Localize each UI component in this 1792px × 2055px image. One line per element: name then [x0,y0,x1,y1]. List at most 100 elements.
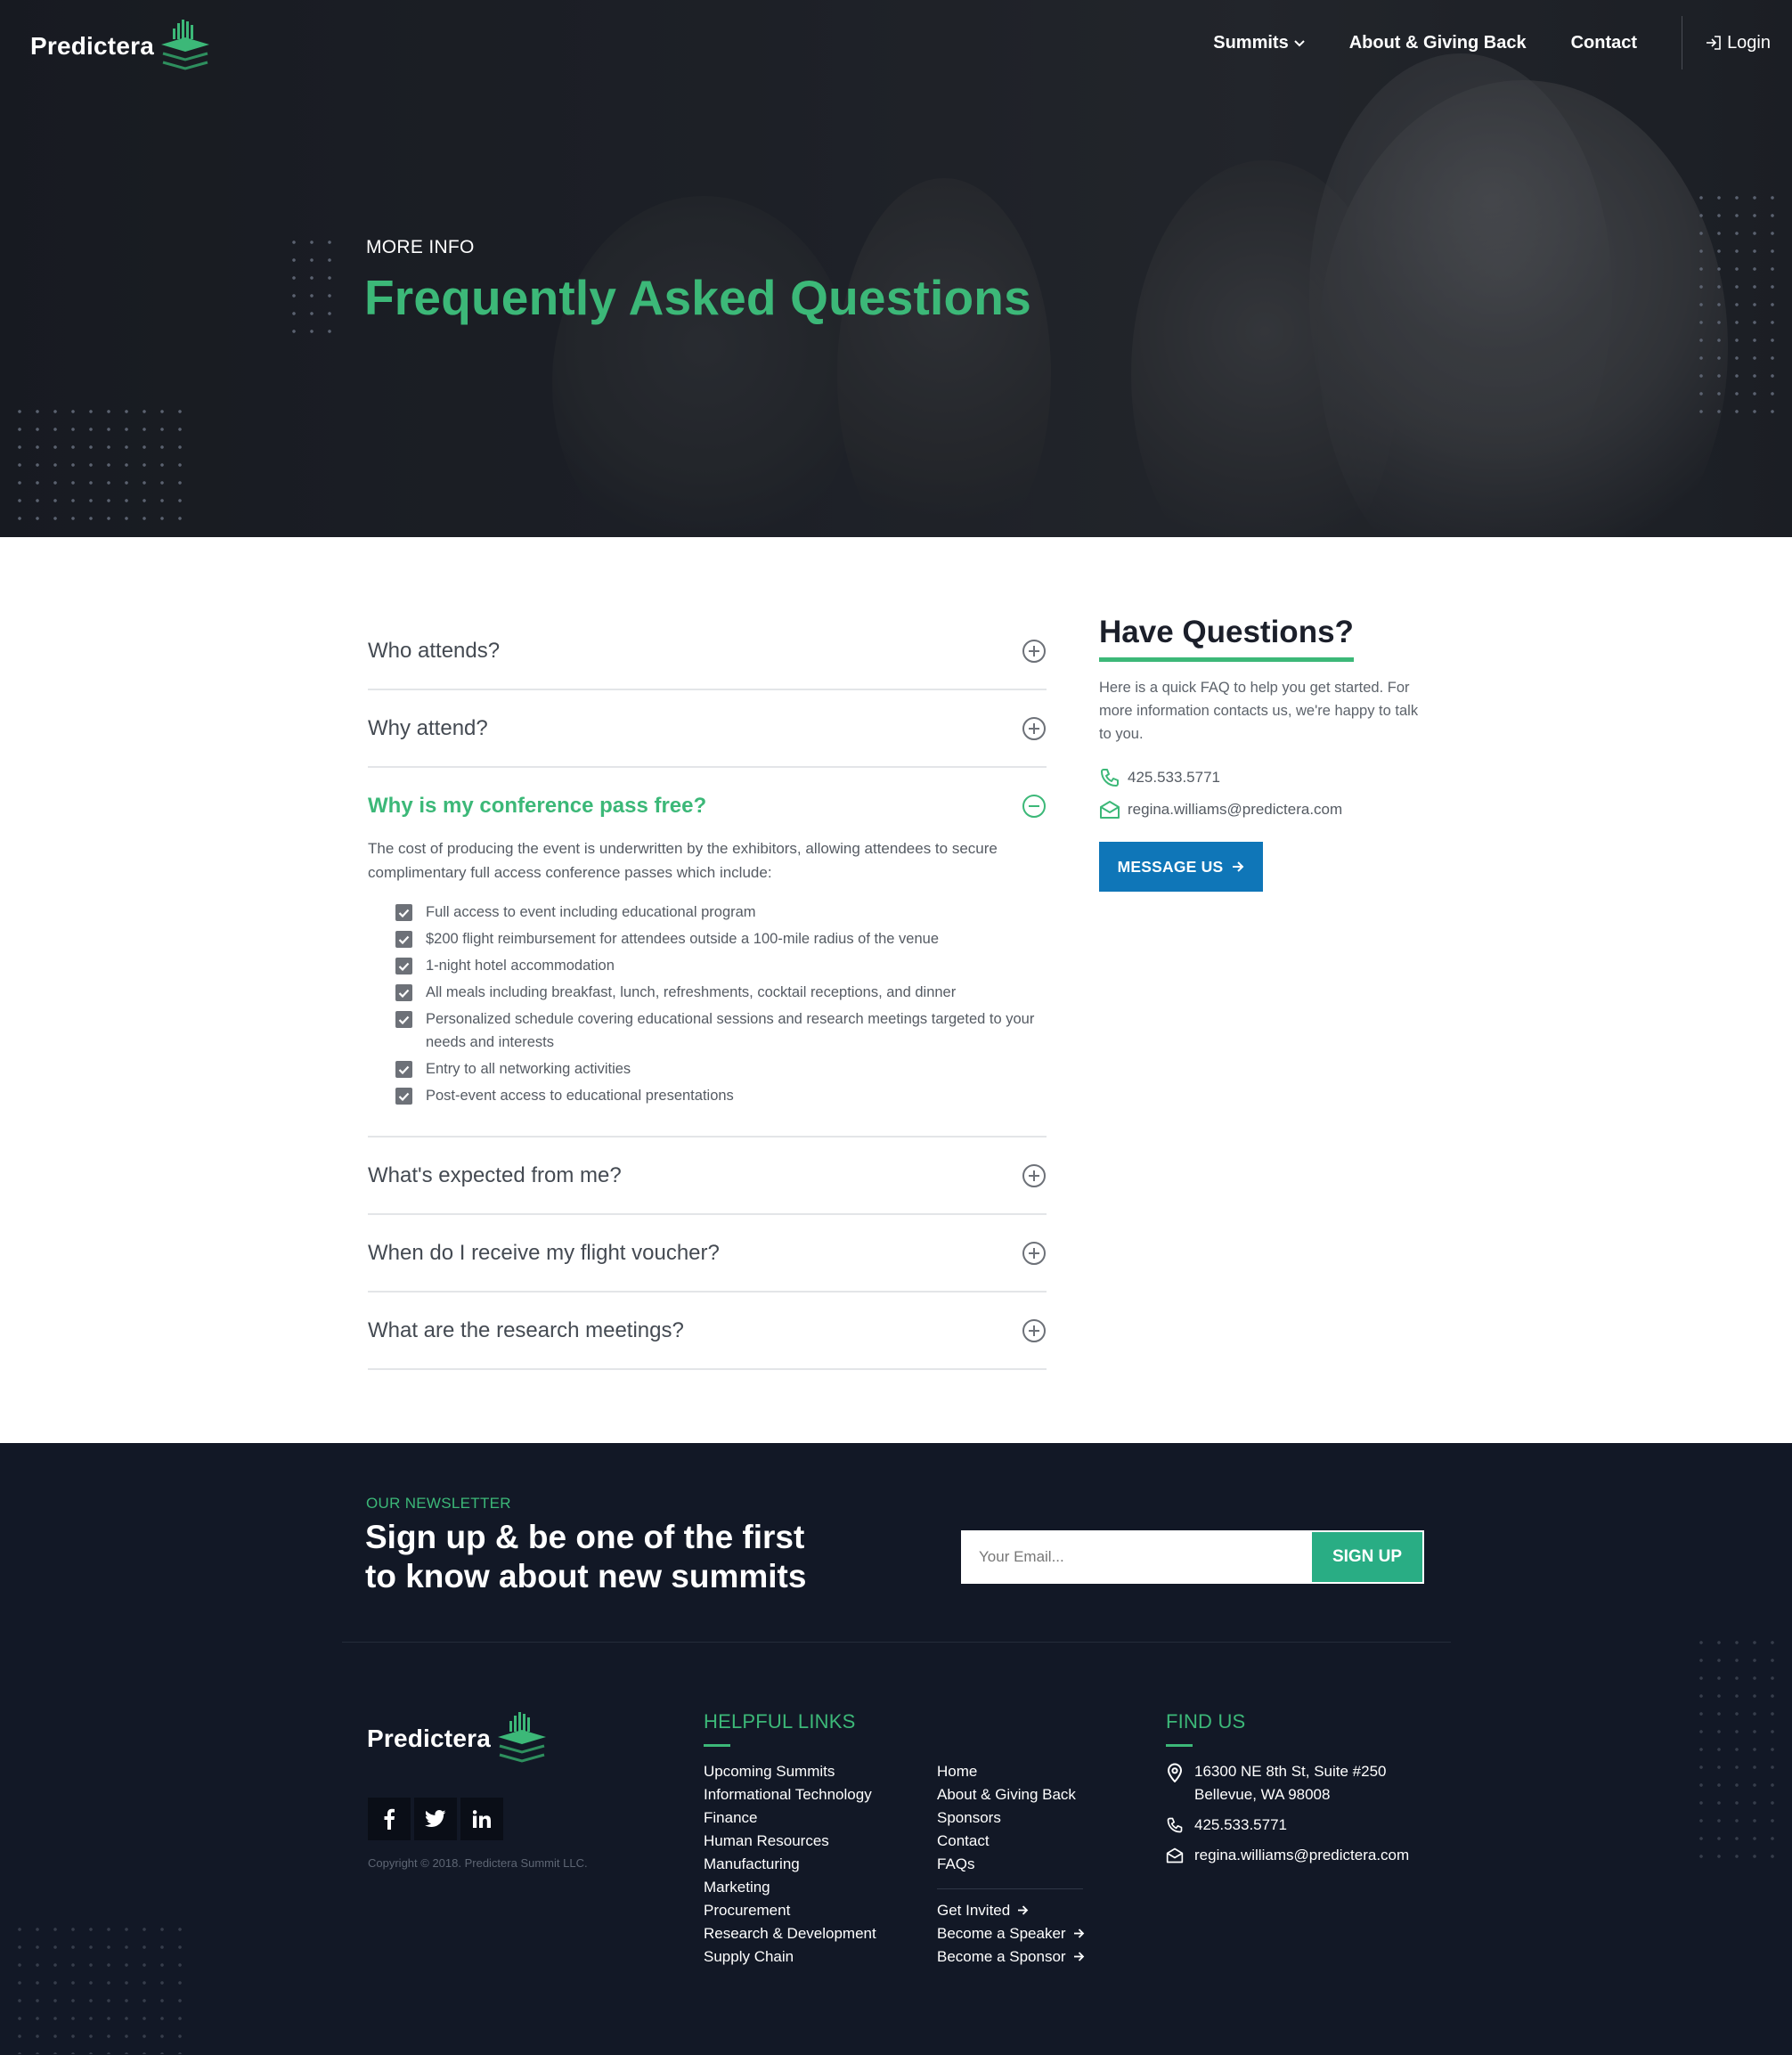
footer-logo[interactable]: Predictera [367,1710,548,1767]
sidebar-intro: Here is a quick FAQ to help you get star… [1099,680,1419,742]
map-pin-icon [1167,1763,1183,1782]
footer-link[interactable]: Informational Technology [704,1783,876,1806]
expand-plus-icon[interactable] [1022,639,1047,664]
faq-item: Who attends? [368,613,1047,690]
checklist-text: Entry to all networking activities [426,1061,631,1077]
checklist-text: Full access to event including education… [426,904,756,920]
hero-banner: Predictera Summits About & Giving Back C… [0,0,1792,537]
arrow-right-icon [1073,1929,1084,1938]
site-footer: OUR NEWSLETTER Sign up & be one of the f… [0,1443,1792,2055]
sidebar-phone-text: 425.533.5771 [1128,769,1220,786]
faq-question: When do I receive my flight voucher? [368,1240,720,1265]
find-us-title: FIND US [1166,1710,1246,1747]
footer-email[interactable]: regina.williams@predictera.com [1166,1844,1409,1867]
expand-plus-icon[interactable] [1022,716,1047,741]
footer-address: 16300 NE 8th St, Suite #250 Bellevue, WA… [1166,1760,1409,1806]
arrow-right-icon [1233,861,1244,872]
footer-link[interactable]: Procurement [704,1899,876,1922]
footer-cta-link[interactable]: Become a Sponsor [937,1945,1085,1969]
hero-kicker: MORE INFO [366,237,475,257]
faq-question: Why attend? [368,715,488,740]
checklist-item: Personalized schedule covering education… [395,1007,1047,1054]
footer-link[interactable]: Upcoming Summits [704,1760,876,1783]
faq-accordion: Who attends? Why attend? Why is my confe… [368,613,1047,1370]
login-link[interactable]: Login [1706,33,1771,53]
phone-icon [1101,769,1119,787]
newsletter-kicker: OUR NEWSLETTER [366,1495,511,1512]
faq-question: Who attends? [368,638,501,663]
newsletter-email-input[interactable] [963,1532,1312,1582]
faq-item: What's expected from me? [368,1138,1047,1215]
footer-cta-link[interactable]: Get Invited [937,1899,1085,1922]
footer-link[interactable]: Research & Development [704,1922,876,1945]
checklist-item: All meals including breakfast, lunch, re… [395,981,1047,1004]
newsletter-title: Sign up & be one of the first to know ab… [365,1518,828,1596]
faq-item: Why attend? [368,690,1047,768]
facebook-icon[interactable] [368,1798,411,1840]
arrow-right-icon [1073,1952,1084,1961]
checklist-item: Entry to all networking activities [395,1057,1047,1081]
expand-plus-icon[interactable] [1022,1163,1047,1188]
checkbox-checked-icon [395,931,412,948]
sidebar-phone[interactable]: 425.533.5771 [1099,767,1420,788]
envelope-icon [1166,1847,1184,1863]
footer-phone[interactable]: 425.533.5771 [1166,1814,1409,1837]
checklist-text: 1-night hotel accommodation [426,958,615,974]
collapse-minus-icon[interactable] [1022,794,1047,819]
dot-pattern [285,233,338,340]
newsletter-title-line: Sign up & be one of the first [365,1519,805,1555]
find-us-block: 16300 NE 8th St, Suite #250 Bellevue, WA… [1166,1760,1409,1874]
expand-plus-icon[interactable] [1022,1318,1047,1343]
faq-question-row[interactable]: What are the research meetings? [368,1293,1047,1368]
message-us-label: MESSAGE US [1117,857,1224,876]
footer-link[interactable]: Human Resources [704,1830,876,1853]
bars-stack-logo-icon [160,20,209,70]
linkedin-icon[interactable] [460,1798,503,1840]
phone-icon [1167,1817,1183,1833]
expand-plus-icon[interactable] [1022,1241,1047,1266]
footer-link[interactable]: Contact [937,1830,1076,1853]
faq-question-row[interactable]: When do I receive my flight voucher? [368,1215,1047,1291]
checkbox-checked-icon [395,1088,412,1105]
envelope-icon [1100,801,1120,819]
dot-pattern [1692,1634,1781,1865]
message-us-button[interactable]: MESSAGE US [1099,842,1263,892]
faq-question-row[interactable]: What's expected from me? [368,1138,1047,1213]
faq-question-row[interactable]: Why is my conference pass free? [368,768,1047,844]
footer-link[interactable]: About & Giving Back [937,1783,1076,1806]
sidebar-email-text: regina.williams@predictera.com [1128,801,1343,818]
footer-link[interactable]: Manufacturing [704,1853,876,1876]
checkbox-checked-icon [395,984,412,1001]
nav-item-about[interactable]: About & Giving Back [1349,33,1527,53]
footer-link[interactable]: Supply Chain [704,1945,876,1969]
links-divider [937,1888,1083,1889]
nav-item-contact[interactable]: Contact [1571,33,1637,53]
checkbox-checked-icon [395,904,412,921]
nav-item-summits[interactable]: Summits [1213,32,1305,53]
login-label: Login [1727,32,1771,53]
sidebar-email[interactable]: regina.williams@predictera.com [1099,799,1420,820]
address-line: Bellevue, WA 98008 [1194,1786,1331,1803]
footer-link[interactable]: Sponsors [937,1806,1076,1830]
footer-cta-link[interactable]: Become a Speaker [937,1922,1085,1945]
sign-up-button[interactable]: SIGN UP [1312,1532,1422,1582]
footer-link[interactable]: Home [937,1760,1076,1783]
checkbox-checked-icon [395,958,412,974]
footer-phone-text: 425.533.5771 [1194,1816,1287,1833]
faq-question-row[interactable]: Who attends? [368,613,1047,689]
site-logo[interactable]: Predictera [30,18,211,75]
faq-question-row[interactable]: Why attend? [368,690,1047,766]
brand-name: Predictera [367,1725,491,1752]
twitter-icon[interactable] [414,1798,457,1840]
checkbox-checked-icon [395,1061,412,1078]
footer-link[interactable]: FAQs [937,1853,1076,1876]
faq-answer-text: The cost of producing the event is under… [368,840,998,881]
footer-link[interactable]: Marketing [704,1876,876,1899]
footer-cta-label: Become a Speaker [937,1925,1066,1942]
faq-item-expanded: Why is my conference pass free? The cost… [368,768,1047,1138]
page-title: Frequently Asked Questions [364,270,1031,325]
questions-sidebar: Have Questions? Here is a quick FAQ to h… [1099,615,1420,892]
footer-link[interactable]: Finance [704,1806,876,1830]
nav-item-label: Summits [1213,32,1289,53]
newsletter-title-line: to know about new summits [365,1558,807,1594]
